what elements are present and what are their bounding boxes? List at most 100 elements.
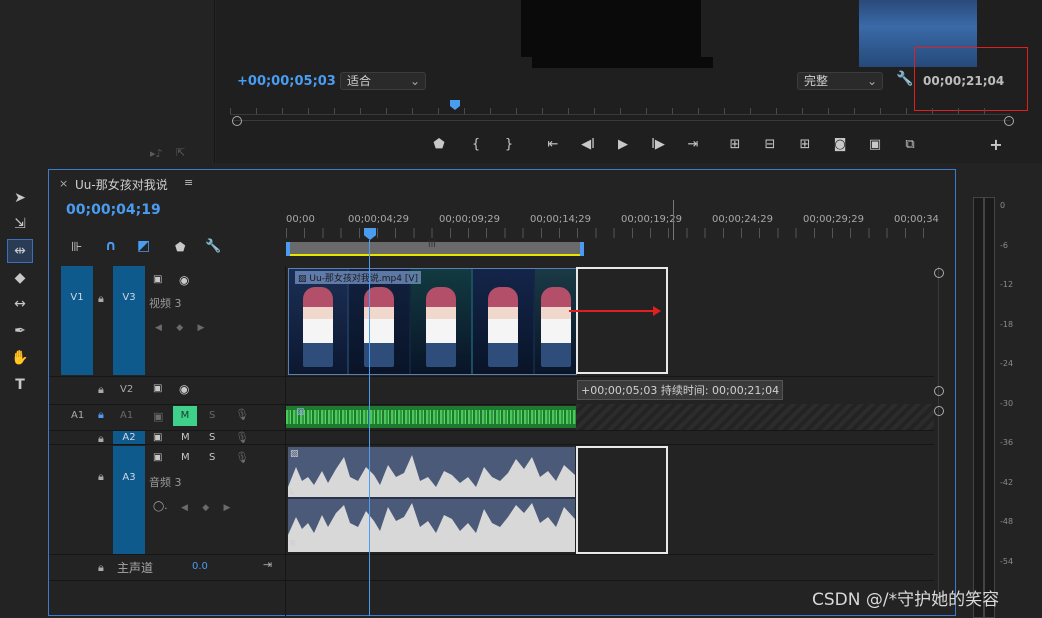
waveform (288, 455, 575, 552)
source-track-v1[interactable]: V1 (61, 266, 93, 375)
chevron-down-icon: ⌄ (409, 74, 420, 88)
prev-keyframe-icon[interactable]: ◀ ◆ ▶ (181, 503, 230, 513)
timeline-ruler[interactable]: 00;00 00;00;04;29 00;00;09;29 00;00;14;2… (286, 210, 939, 240)
lock-icon[interactable]: 🔒︎ (98, 561, 104, 575)
monitor-ruler[interactable] (230, 102, 1010, 115)
microphone-icon[interactable]: 🎙︎ (235, 451, 249, 464)
track-target-a2[interactable]: A2 (113, 431, 145, 444)
volume-knob-icon[interactable]: ◯. (153, 501, 167, 512)
pen-icon[interactable]: ✒ (8, 320, 32, 342)
add-button-icon[interactable]: + (985, 136, 1007, 154)
lift-icon[interactable]: ⊞ (794, 136, 816, 154)
fit-select[interactable]: 适合 ⌄ (340, 72, 426, 90)
overwrite-icon[interactable]: ⊟ (759, 136, 781, 154)
quality-select[interactable]: 完整 ⌄ (797, 72, 883, 90)
mute-button-a3[interactable]: M (181, 452, 190, 463)
duration-timecode: 00;00;21;04 (923, 74, 1005, 88)
sync-lock-icon[interactable]: ▣ (153, 410, 163, 423)
solo-button-a1[interactable]: S (209, 410, 215, 421)
zoom-handle-right[interactable] (1004, 116, 1014, 126)
track-target-v3[interactable]: V3 (113, 266, 145, 375)
multicam-icon[interactable]: ⧉ (899, 136, 921, 154)
mute-button-a1[interactable]: M (173, 406, 197, 426)
insert-icon[interactable]: ⊞ (724, 136, 746, 154)
ruler-label: 00;00;09;29 (439, 214, 501, 225)
microphone-icon[interactable]: 🎙︎ (235, 408, 249, 421)
sync-lock-icon[interactable]: ▣ (153, 452, 162, 463)
playhead-line[interactable] (369, 240, 370, 616)
play-icon[interactable]: ▶ (612, 136, 634, 154)
snap-icon[interactable]: ∩ (105, 238, 116, 254)
meter-label: -12 (1000, 280, 1014, 289)
sync-lock-icon[interactable]: ▣ (153, 383, 162, 394)
work-area-bar[interactable]: III (286, 240, 580, 256)
track-target-a1[interactable]: A1 (120, 410, 133, 421)
meter-label: -6 (1000, 241, 1008, 250)
marker-icon[interactable]: ⬟ (428, 136, 450, 154)
meter-label: -36 (1000, 438, 1014, 447)
nest-icon[interactable]: ⊪ (71, 240, 82, 255)
solo-button-a2[interactable]: S (209, 432, 215, 443)
mute-button-a2[interactable]: M (181, 432, 190, 443)
go-to-end-icon[interactable]: ⇥ (263, 558, 272, 571)
go-to-in-icon[interactable]: ⇤ (542, 136, 564, 154)
zoom-bar[interactable] (232, 120, 1010, 121)
wrench-icon[interactable]: 🔧 (896, 71, 913, 87)
arrow-head-icon (653, 306, 661, 316)
video-preview (521, 0, 977, 67)
lock-icon[interactable]: 🔒︎ (98, 470, 104, 484)
sequence-tab[interactable]: Uu-那女孩对我说 (75, 176, 168, 193)
solo-button-a3[interactable]: S (209, 452, 215, 463)
audio-clip-a3[interactable]: ▨ L R (288, 447, 575, 552)
master-volume-value[interactable]: 0.0 (192, 561, 208, 572)
track-target-v2[interactable]: V2 (120, 384, 133, 395)
track-select-icon[interactable]: ⇲ (8, 213, 32, 235)
lock-icon[interactable]: 🔒︎ (98, 408, 104, 422)
vertical-scrollbar[interactable] (938, 266, 939, 606)
razor-icon[interactable]: ◆ (8, 267, 32, 289)
sequence-timecode[interactable]: 00;00;04;19 (66, 202, 161, 218)
mark-out-icon[interactable]: } (498, 136, 520, 154)
add-marker-icon[interactable]: ⬟ (175, 240, 185, 254)
timeline-settings-icon[interactable]: 🔧 (205, 239, 221, 254)
watermark: CSDN @/*守护她的笑容 (812, 590, 1000, 610)
close-tab-icon[interactable]: × (59, 177, 68, 190)
lock-icon[interactable]: 🔒︎ (98, 383, 104, 397)
master-track-name: 主声道 (117, 561, 154, 575)
microphone-icon[interactable]: 🎙︎ (235, 431, 249, 444)
drag-arrow (569, 310, 655, 312)
linked-selection-icon[interactable]: ◩ (137, 238, 150, 254)
hand-icon[interactable]: ✋ (8, 347, 32, 369)
track-target-a3[interactable]: A3 (113, 446, 145, 554)
channel-r-icon: R (290, 539, 296, 548)
sync-lock-icon[interactable]: ▣ (153, 274, 162, 285)
zoom-handle-left[interactable] (232, 116, 242, 126)
audio-meters: 0 -6 -12 -18 -24 -30 -36 -42 -48 -54 (958, 169, 1042, 618)
eye-icon[interactable]: ◉ (179, 273, 189, 287)
sync-lock-icon[interactable]: ▣ (153, 432, 162, 443)
eye-icon[interactable]: ◉ (179, 382, 189, 396)
panel-menu-icon[interactable]: ▸♪ (150, 147, 163, 160)
tab-menu-icon[interactable]: ≡ (184, 176, 193, 189)
lock-icon[interactable]: 🔒︎ (98, 432, 104, 446)
scroll-handle-mid[interactable] (934, 386, 944, 396)
audio-clip-a1[interactable]: ▨ (286, 406, 576, 428)
scroll-handle-top[interactable] (934, 268, 944, 278)
lock-icon[interactable]: 🔒︎ (98, 292, 104, 306)
video-clip[interactable]: ▨ Uu-那女孩对我说.mp4 [V] (288, 268, 577, 375)
source-track-a1[interactable]: A1 (71, 410, 84, 421)
type-icon[interactable]: T (8, 374, 32, 396)
step-forward-icon[interactable]: I▶ (647, 136, 669, 154)
playhead-timecode[interactable]: +00;00;05;03 (237, 74, 336, 89)
scroll-handle-bottom[interactable] (934, 406, 944, 416)
comparison-icon[interactable]: ▣ (864, 136, 886, 154)
prev-keyframe-icon[interactable]: ◀ ◆ ▶ (155, 323, 204, 333)
go-to-out-icon[interactable]: ⇥ (682, 136, 704, 154)
mark-in-icon[interactable]: { (465, 136, 487, 154)
ripple-edit-icon[interactable]: ⇹ (7, 239, 33, 263)
slip-icon[interactable]: ↔ (8, 293, 32, 315)
camera-icon[interactable]: ◙ (829, 136, 851, 154)
selection-tool-icon[interactable]: ➤ (8, 187, 32, 209)
export-icon[interactable]: ⇱ (176, 146, 185, 159)
step-back-icon[interactable]: ◀I (577, 136, 599, 154)
